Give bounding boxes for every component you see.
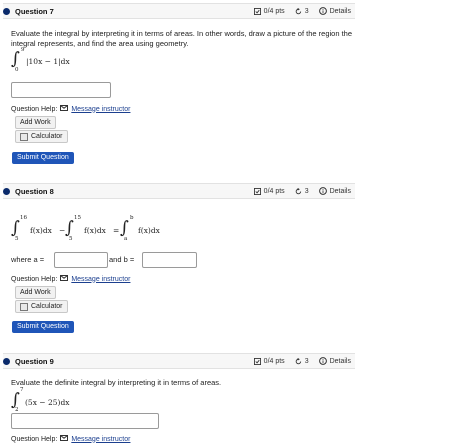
integral-upper-limit: 16: [20, 215, 27, 221]
integral-upper-limit: 7: [20, 387, 24, 393]
integrand: |10x − 1|dx: [26, 57, 70, 66]
message-instructor-link[interactable]: Message instructor: [71, 106, 130, 113]
calculator-button[interactable]: Calculator: [15, 300, 68, 313]
retries-count: 3: [304, 7, 309, 15]
calculator-button[interactable]: Calculator: [15, 130, 68, 143]
submit-question-button[interactable]: Submit Question: [12, 321, 74, 333]
question-header: Question 8 0/4 pts 3 Details: [3, 183, 355, 199]
equals-sign: =: [113, 226, 120, 235]
question-help-label: Question Help:: [11, 435, 58, 443]
integral-lower-limit: 5: [15, 236, 19, 242]
question-help: Question Help: Message instructor: [11, 435, 130, 443]
details-link[interactable]: Details: [330, 8, 351, 15]
retries-count: 3: [304, 357, 309, 365]
calculator-icon: [20, 132, 28, 141]
question-title: Question 8: [15, 187, 54, 196]
points-text: 0/4 pts: [263, 187, 285, 195]
answer-input[interactable]: [11, 82, 111, 98]
retry-icon: [295, 357, 302, 365]
info-icon[interactable]: [318, 357, 327, 365]
calculator-label: Calculator: [31, 133, 63, 140]
mail-icon: [60, 275, 69, 283]
info-icon[interactable]: [318, 7, 327, 15]
question-prompt: Evaluate the integral by interpreting it…: [11, 29, 353, 48]
question-title: Question 7: [15, 7, 54, 16]
integral-upper-limit: 15: [74, 215, 81, 221]
add-work-button[interactable]: Add Work: [15, 286, 56, 299]
integrand: (5x − 25)dx: [25, 398, 70, 407]
answer-input[interactable]: [11, 413, 159, 429]
where-a-label: where a =: [11, 255, 45, 264]
question-meta: 0/4 pts 3 Details: [253, 187, 351, 195]
question-title: Question 9: [15, 357, 54, 366]
message-instructor-link[interactable]: Message instructor: [71, 436, 130, 443]
retry-icon: [295, 7, 302, 15]
question-status-dot: [3, 358, 10, 365]
score-icon: [253, 7, 261, 15]
integral-lower-limit: a: [124, 236, 128, 242]
points-text: 0/4 pts: [263, 7, 285, 15]
mail-icon: [60, 435, 69, 443]
add-work-button[interactable]: Add Work: [15, 116, 56, 129]
mail-icon: [60, 105, 69, 113]
question-header: Question 9 0/4 pts 3 Details: [3, 353, 355, 369]
b-input[interactable]: [142, 252, 197, 268]
integral-sign-icon: ∫: [120, 218, 129, 238]
integral-lower-limit: 0: [15, 67, 19, 73]
add-work-label: Add Work: [20, 289, 51, 296]
question-status-dot: [3, 188, 10, 195]
details-link[interactable]: Details: [330, 188, 351, 195]
integrand: f(x)dx: [30, 226, 52, 235]
and-b-label: and b =: [109, 255, 135, 264]
a-input[interactable]: [54, 252, 108, 268]
question-help: Question Help: Message instructor: [11, 105, 130, 113]
info-icon[interactable]: [318, 187, 327, 195]
question-meta: 0/4 pts 3 Details: [253, 357, 351, 365]
integral-upper-limit: b: [130, 215, 134, 221]
calculator-label: Calculator: [31, 303, 63, 310]
score-icon: [253, 187, 261, 195]
question-status-dot: [3, 8, 10, 15]
integrand: f(x)dx: [138, 226, 160, 235]
question-help-label: Question Help:: [11, 105, 58, 113]
details-link[interactable]: Details: [330, 358, 351, 365]
score-icon: [253, 357, 261, 365]
add-work-label: Add Work: [20, 119, 51, 126]
question-header: Question 7 0/4 pts 3 Details: [3, 3, 355, 19]
integral-sign-icon: ∫: [65, 218, 74, 238]
integral-sign-icon: ∫: [11, 218, 20, 238]
integrand: f(x)dx: [84, 226, 106, 235]
question-help-label: Question Help:: [11, 275, 58, 283]
submit-question-button[interactable]: Submit Question: [12, 152, 74, 164]
integral-upper-limit: 9: [21, 47, 25, 53]
integral-sign-icon: ∫: [11, 49, 20, 69]
question-prompt: Evaluate the definite integral by interp…: [11, 378, 222, 387]
integral-lower-limit: 5: [69, 236, 73, 242]
retries-count: 3: [304, 187, 309, 195]
points-text: 0/4 pts: [263, 357, 285, 365]
question-meta: 0/4 pts 3 Details: [253, 7, 351, 15]
calculator-icon: [20, 302, 28, 311]
question-help: Question Help: Message instructor: [11, 275, 130, 283]
message-instructor-link[interactable]: Message instructor: [71, 276, 130, 283]
retry-icon: [295, 187, 302, 195]
